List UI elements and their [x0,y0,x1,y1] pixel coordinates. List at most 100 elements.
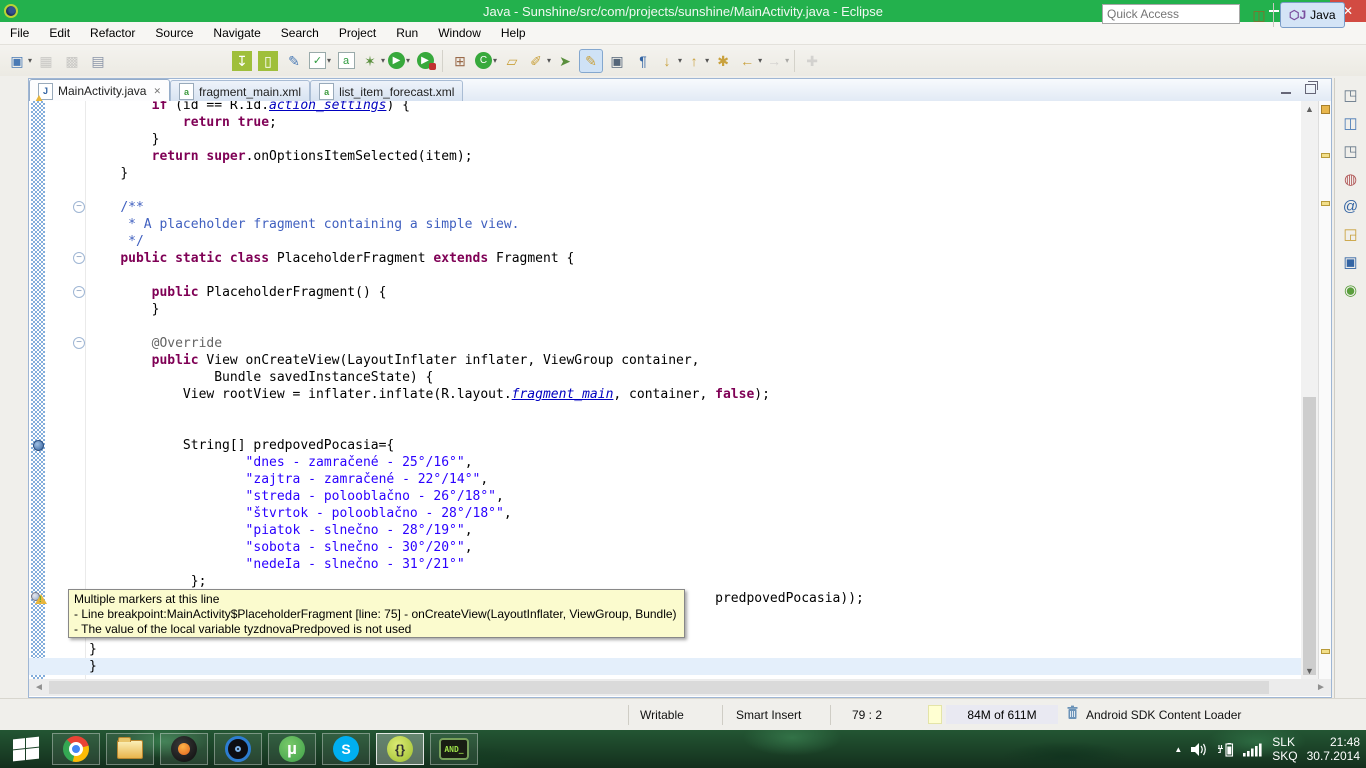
menu-navigate[interactable]: Navigate [203,22,270,44]
show-source-button[interactable]: ▣ [605,49,629,73]
start-button[interactable] [8,736,44,762]
run-button[interactable]: ▶▾ [387,49,411,73]
show-hidden-icons-button[interactable]: ▲ [1174,745,1182,754]
print-button[interactable]: ▤ [86,49,110,73]
menu-search[interactable]: Search [271,22,329,44]
warning-overview-mark[interactable] [1321,153,1330,158]
show-whitespace-button[interactable]: ¶ [631,49,655,73]
tab-fragment_main-xml[interactable]: afragment_main.xml [170,80,310,102]
menu-source[interactable]: Source [145,22,203,44]
prev-annotation-button[interactable]: ↑▾ [684,49,709,73]
maximize-view-button[interactable] [1305,83,1316,97]
android-sdk-manager-button[interactable]: ↧ [230,49,254,73]
menu-window[interactable]: Window [428,22,491,44]
open-perspective-button[interactable]: ◫ [1248,4,1270,26]
lint-button[interactable]: ✎ [282,49,306,73]
back-dropdown-arrow[interactable]: ▾ [758,56,762,65]
tab-MainActivity-java[interactable]: JMainActivity.java✕ [29,79,170,102]
battery-power-icon[interactable] [1217,742,1234,757]
vertical-scrollbar[interactable]: ▲ ▼ [1301,101,1318,679]
fold-collapse-marker[interactable]: − [73,201,85,213]
scroll-right-arrow[interactable]: ► [1313,679,1329,696]
menu-file[interactable]: File [0,22,39,44]
search-button[interactable]: ✐▾ [526,49,551,73]
restore-view-button[interactable]: ◳ [1343,86,1357,104]
clock[interactable]: 21:48 30.7.2014 [1307,735,1360,763]
language-indicator[interactable]: SLK SKQ [1272,735,1297,763]
code-editor[interactable]: if (id == R.id.action_settings) { return… [29,101,1331,679]
vertical-scrollbar-thumb[interactable] [1303,397,1316,675]
search-dropdown-arrow[interactable]: ▾ [547,56,551,65]
taskbar-app-eclipse[interactable]: {} [376,733,424,765]
last-edit-location-button[interactable]: ✱ [711,49,735,73]
fold-collapse-marker[interactable]: − [73,337,85,349]
code-line: @Override [29,335,1331,352]
mark-occurrences-button[interactable]: ✎ [579,49,603,73]
run-tests-dropdown-arrow[interactable]: ▾ [327,56,331,65]
run-garbage-collector-button[interactable] [1066,705,1079,723]
tab-close-icon[interactable]: ✕ [153,86,161,97]
taskbar-app-android-sdk-terminal[interactable]: AND_ [430,733,478,765]
scroll-left-arrow[interactable]: ◄ [31,679,47,696]
run-dropdown-arrow[interactable]: ▾ [406,56,410,65]
debug-dropdown-arrow[interactable]: ▾ [381,56,385,65]
new-java-class-dropdown-arrow[interactable]: ▾ [493,56,497,65]
problems-view-button[interactable]: ◍ [1344,170,1357,188]
forward-dropdown-arrow[interactable]: ▾ [785,56,789,65]
code-line [29,267,1331,284]
horizontal-scrollbar-thumb[interactable] [49,681,1269,694]
taskbar-app-chrome[interactable] [52,733,100,765]
menu-run[interactable]: Run [386,22,428,44]
horizontal-scrollbar[interactable]: ◄ ► [29,679,1331,696]
search-icon: ✐ [526,51,546,71]
next-annotation-button[interactable]: ↓▾ [657,49,682,73]
overview-ruler[interactable] [1318,101,1331,679]
taskbar-app-skype[interactable]: S [322,733,370,765]
back-button[interactable]: ←▾ [737,49,762,73]
code-line: } [29,131,1331,148]
restore-view-2-button[interactable]: ◳ [1343,142,1357,160]
taskbar-app-file-explorer[interactable] [106,733,154,765]
tab-list_item_forecast-xml[interactable]: alist_item_forecast.xml [310,80,463,102]
new-wizard-button[interactable]: ▣▾ [7,49,32,73]
run-tests-button[interactable]: ✓▾ [308,49,332,73]
avd-manager-button[interactable]: ▯ [256,49,280,73]
new-android-project-button[interactable]: a [334,49,358,73]
scroll-up-arrow[interactable]: ▲ [1301,101,1318,117]
quick-access-input[interactable] [1102,4,1240,24]
volume-icon[interactable] [1191,742,1208,757]
code-line: public View onCreateView(LayoutInflater … [29,352,1331,369]
debug-button[interactable]: ✶▾ [360,49,385,73]
scroll-down-arrow[interactable]: ▼ [1301,663,1318,679]
declaration-view-button[interactable]: ◲ [1343,225,1357,243]
fold-collapse-marker[interactable]: − [73,286,85,298]
menu-project[interactable]: Project [329,22,386,44]
menu-refactor[interactable]: Refactor [80,22,145,44]
annotation-header[interactable] [1321,105,1330,114]
javadoc-view-button[interactable]: @ [1343,198,1358,215]
fold-collapse-marker[interactable]: − [73,252,85,264]
outline-view-button[interactable]: ◫ [1343,114,1357,132]
taskbar-app-utorrent[interactable]: µ [268,733,316,765]
warning-overview-mark[interactable] [1321,649,1330,654]
run-to-line-button[interactable]: ➤ [553,49,577,73]
new-java-project-button[interactable]: ⊞ [448,49,472,73]
breakpoint-marker[interactable] [33,440,44,451]
warning-overview-mark[interactable] [1321,201,1330,206]
taskbar-app-media-player[interactable] [214,733,262,765]
logcat-view-button[interactable]: ◉ [1344,281,1357,299]
breakpoint-warning-marker[interactable] [31,592,47,606]
java-perspective-button[interactable]: ⬡J Java [1280,2,1345,28]
network-signal-icon[interactable] [1243,742,1263,757]
new-java-class-button[interactable]: C▾ [474,49,498,73]
taskbar-app-fl-studio[interactable] [160,733,208,765]
next-annotation-dropdown-arrow[interactable]: ▾ [678,56,682,65]
run-external-button[interactable]: ▶ [413,49,437,73]
prev-annotation-dropdown-arrow[interactable]: ▾ [705,56,709,65]
open-type-button[interactable]: ▱ [500,49,524,73]
menu-edit[interactable]: Edit [39,22,80,44]
new-wizard-dropdown-arrow[interactable]: ▾ [28,56,32,65]
menu-help[interactable]: Help [491,22,536,44]
minimize-view-button[interactable] [1281,83,1291,97]
console-view-button[interactable]: ▣ [1343,253,1357,271]
